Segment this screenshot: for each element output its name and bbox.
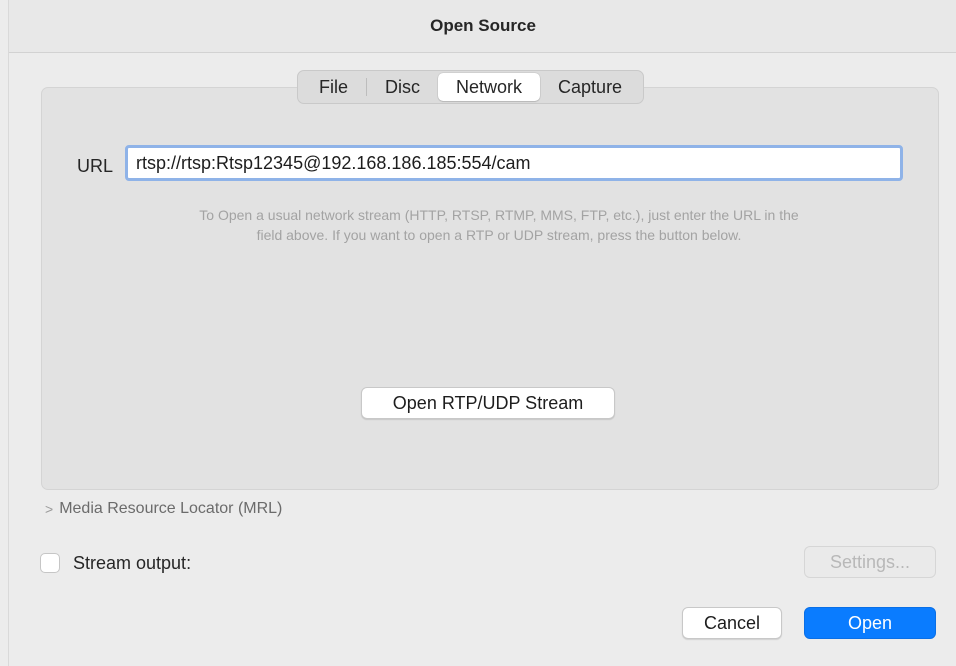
tab-capture[interactable]: Capture (540, 73, 640, 101)
source-tabs: File Disc Network Capture (297, 70, 645, 104)
window-title: Open Source (430, 16, 536, 35)
stream-output-label: Stream output: (73, 553, 192, 573)
tab-network[interactable]: Network (438, 73, 541, 101)
stream-output-checkbox[interactable] (40, 553, 60, 573)
mrl-label: Media Resource Locator (MRL) (59, 500, 283, 517)
title-bar: Open Source (9, 0, 956, 53)
chevron-right-icon: > (45, 501, 54, 517)
url-label: URL (77, 156, 114, 176)
open-source-dialog: Open Source File Disc Network Capture UR… (8, 0, 956, 666)
url-input[interactable] (125, 145, 903, 181)
network-hint-text: To Open a usual network stream (HTTP, RT… (69, 205, 929, 245)
mrl-disclosure[interactable]: > Media Resource Locator (MRL) (45, 500, 282, 518)
hint-line-2: field above. If you want to open a RTP o… (256, 227, 742, 243)
open-rtp-udp-stream-button[interactable]: Open RTP/UDP Stream (361, 387, 615, 419)
cancel-button[interactable]: Cancel (682, 607, 782, 639)
tab-disc[interactable]: Disc (367, 73, 438, 101)
settings-button[interactable]: Settings... (804, 546, 936, 578)
tab-file[interactable]: File (301, 73, 366, 101)
open-button[interactable]: Open (804, 607, 936, 639)
hint-line-1: To Open a usual network stream (HTTP, RT… (199, 207, 799, 223)
